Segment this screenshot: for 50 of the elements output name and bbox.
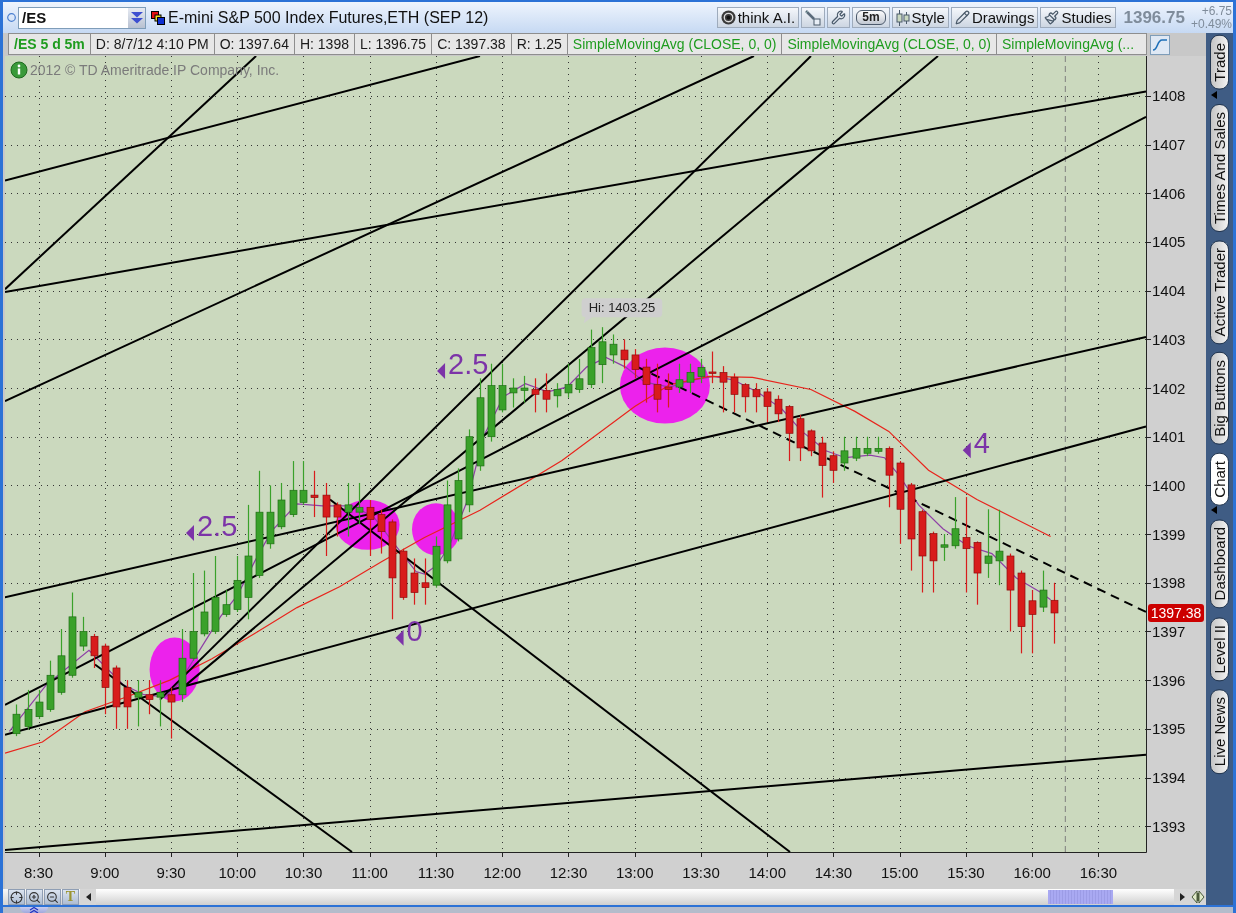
time-tick-label: 10:30 (284, 864, 323, 881)
bar-info-label: R: 1.25 (510, 33, 568, 55)
time-tick-label: 11:00 (351, 864, 388, 881)
time-tick-label: 13:00 (615, 864, 654, 881)
instrument-title: E-mini S&P 500 Index Futures,ETH (SEP 12) (168, 8, 489, 27)
note-label: 2.5 (448, 348, 489, 380)
last-price-tag: 1397.38 (1148, 603, 1204, 622)
price-tick-label: 1401 (1152, 428, 1186, 446)
price-tick-label: 1405 (1152, 233, 1186, 251)
bar-info-label: D: 8/7/12 4:10 PM (89, 33, 215, 55)
time-tick-label: 10:00 (218, 864, 257, 881)
price-tick-label: 1406 (1152, 184, 1186, 202)
last-price: 1396.75 (1123, 7, 1185, 28)
time-tick-label: 12:00 (483, 864, 521, 881)
price-tick-label: 1398 (1152, 574, 1186, 592)
bar-info-label: C: 1397.38 (431, 33, 512, 55)
price-tick-label: 1397 (1152, 622, 1186, 640)
time-tick-label: 9:30 (156, 864, 186, 881)
time-tick-label: 11:30 (417, 864, 455, 881)
price-tick-label: 1399 (1152, 525, 1186, 543)
time-tick-label: 16:30 (1079, 864, 1118, 881)
net-change: +6.75 (1201, 4, 1232, 18)
note-label: 2.5 (197, 510, 238, 543)
price-tick-label: 1396 (1152, 671, 1186, 689)
price-tick-label: 1407 (1152, 136, 1186, 154)
bar-info-label: O: 1397.64 (213, 33, 295, 55)
time-tick-label: 14:30 (814, 864, 853, 881)
chart-symbol-label: /ES 5 d 5m (8, 33, 91, 55)
time-tick-label: 9:00 (90, 864, 120, 881)
price-tick-label: 1402 (1152, 379, 1186, 397)
high-price-label: Hi: 1403.25 (581, 298, 663, 324)
price-tick-label: 1403 (1152, 330, 1186, 348)
percent-change: +0.49% (1190, 17, 1232, 31)
time-tick-label: 8:30 (23, 864, 54, 881)
time-tick-label: 15:00 (880, 864, 919, 881)
time-tick-label: 12:30 (549, 864, 588, 881)
time-tick-label: 14:00 (748, 864, 786, 881)
time-tick-label: 15:30 (947, 864, 985, 881)
price-tick-label: 1395 (1152, 720, 1186, 738)
price-tick-label: 1400 (1152, 476, 1186, 494)
bar-info-label: H: 1398 (293, 33, 355, 55)
price-tick-label: 1394 (1152, 769, 1186, 786)
time-tick-label: 16:00 (1013, 864, 1051, 881)
price-tick-label: 1408 (1152, 87, 1186, 105)
annotation: Hi: 1403.25 (588, 300, 656, 316)
price-tick-label: 1393 (1152, 817, 1186, 835)
note-label: 4 (973, 427, 990, 460)
price-tick-label: 1404 (1152, 282, 1186, 300)
time-tick-label: 13:30 (682, 864, 720, 881)
bar-info-label: L: 1396.75 (354, 33, 433, 55)
